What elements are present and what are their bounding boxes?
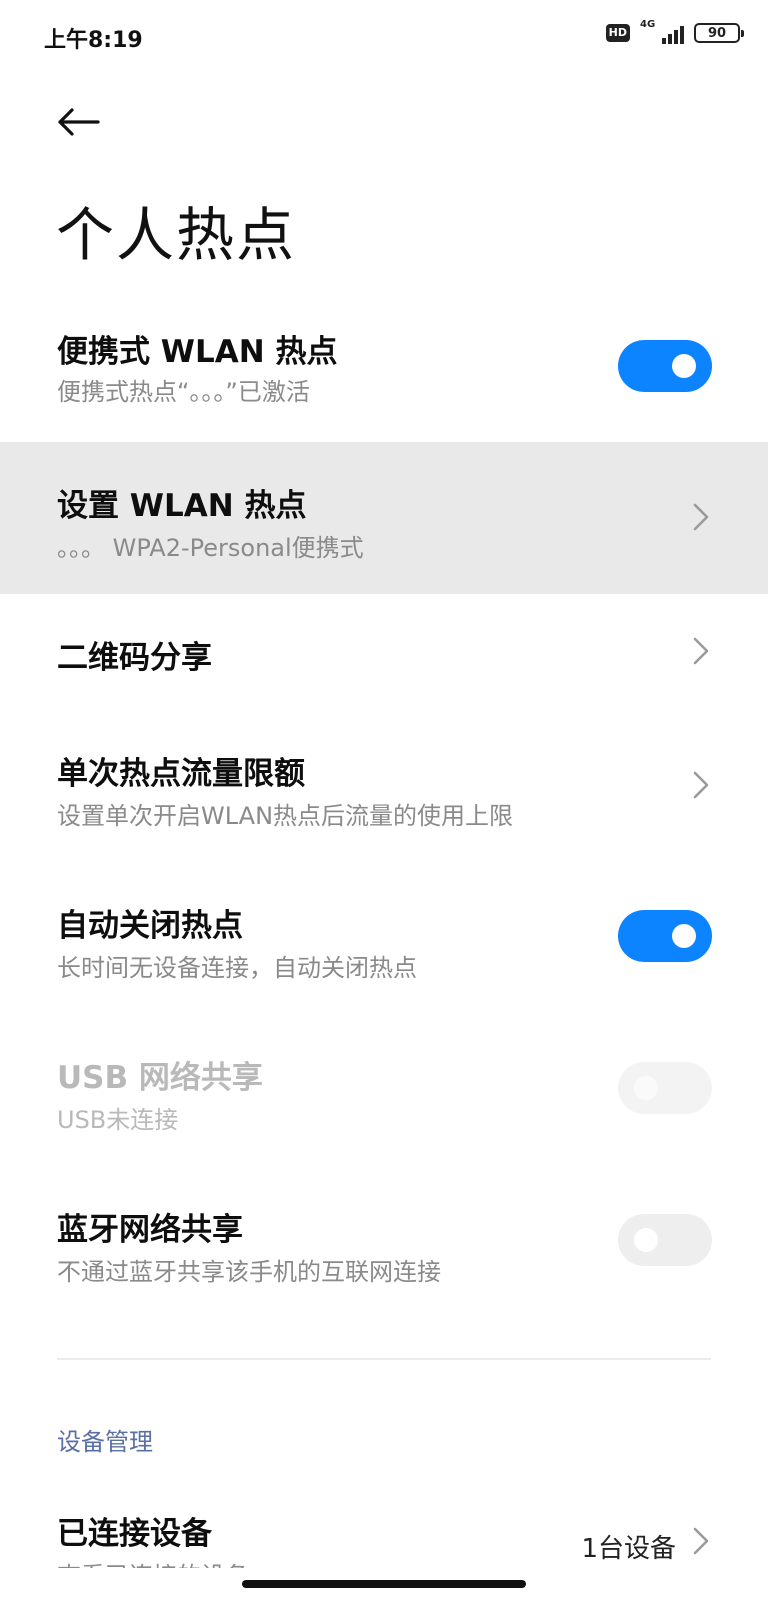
section-divider bbox=[57, 1358, 711, 1360]
setting-title: 二维码分享 bbox=[57, 640, 212, 676]
connected-devices-count: 1台设备 bbox=[581, 1534, 676, 1564]
status-bar: 上午8:19 HD 4G 90 bbox=[0, 0, 768, 72]
status-icons: HD 4G 90 bbox=[605, 19, 744, 44]
setting-auto-close[interactable]: 自动关闭热点 长时间无设备连接，自动关闭热点 bbox=[0, 892, 768, 1022]
toggle-knob bbox=[672, 354, 696, 378]
toggle-knob bbox=[634, 1076, 658, 1100]
setting-title: 设置 WLAN 热点 bbox=[57, 488, 307, 524]
setting-connected-devices[interactable]: 已连接设备 查看已连接的设备 1台设备 bbox=[0, 1508, 768, 1568]
setting-usb-tethering: USB 网络共享 USB未连接 bbox=[0, 1044, 768, 1174]
portable-hotspot-toggle[interactable] bbox=[618, 340, 712, 392]
chevron-right-icon bbox=[693, 637, 709, 665]
setting-configure-hotspot[interactable]: 设置 WLAN 热点 。。。 WPA2-Personal便携式 bbox=[0, 442, 768, 594]
setting-subtitle: USB未连接 bbox=[57, 1106, 179, 1134]
setting-subtitle: 便携式热点“。。。”已激活 bbox=[57, 378, 310, 406]
toggle-knob bbox=[634, 1228, 658, 1252]
section-header-device-management: 设备管理 bbox=[57, 1428, 153, 1456]
battery-icon: 90 bbox=[694, 23, 744, 43]
back-button[interactable] bbox=[52, 96, 104, 148]
cellular-signal-icon: 4G bbox=[640, 19, 684, 44]
setting-title: 自动关闭热点 bbox=[57, 908, 243, 944]
setting-title: 蓝牙网络共享 bbox=[57, 1212, 243, 1248]
setting-title: 单次热点流量限额 bbox=[57, 756, 305, 792]
home-indicator[interactable] bbox=[242, 1580, 526, 1588]
setting-data-limit[interactable]: 单次热点流量限额 设置单次开启WLAN热点后流量的使用上限 bbox=[0, 740, 768, 870]
setting-subtitle: 长时间无设备连接，自动关闭热点 bbox=[57, 954, 417, 982]
chevron-right-icon bbox=[693, 771, 709, 799]
status-time: 上午8:19 bbox=[44, 28, 143, 53]
setting-bluetooth-tethering[interactable]: 蓝牙网络共享 不通过蓝牙共享该手机的互联网连接 bbox=[0, 1196, 768, 1326]
setting-title: USB 网络共享 bbox=[57, 1060, 263, 1096]
chevron-right-icon bbox=[693, 1527, 709, 1555]
page-title: 个人热点 bbox=[56, 201, 297, 269]
bluetooth-tethering-toggle[interactable] bbox=[618, 1214, 712, 1266]
setting-title: 便携式 WLAN 热点 bbox=[57, 334, 338, 370]
setting-subtitle: 不通过蓝牙共享该手机的互联网连接 bbox=[57, 1258, 441, 1286]
setting-portable-hotspot[interactable]: 便携式 WLAN 热点 便携式热点“。。。”已激活 bbox=[0, 300, 768, 440]
setting-subtitle: 设置单次开启WLAN热点后流量的使用上限 bbox=[57, 802, 514, 830]
setting-subtitle: 查看已连接的设备 bbox=[57, 1556, 249, 1568]
network-type-label: 4G bbox=[640, 19, 656, 30]
setting-qr-share[interactable]: 二维码分享 bbox=[0, 596, 768, 706]
chevron-right-icon bbox=[693, 503, 709, 531]
auto-close-toggle[interactable] bbox=[618, 910, 712, 962]
hd-icon: HD bbox=[605, 24, 630, 42]
battery-level: 90 bbox=[707, 25, 727, 41]
setting-subtitle: 。。。 WPA2-Personal便携式 bbox=[57, 534, 364, 562]
arrow-left-icon bbox=[58, 108, 100, 136]
setting-title: 已连接设备 bbox=[57, 1516, 212, 1552]
toggle-knob bbox=[672, 924, 696, 948]
usb-tethering-toggle bbox=[618, 1062, 712, 1114]
